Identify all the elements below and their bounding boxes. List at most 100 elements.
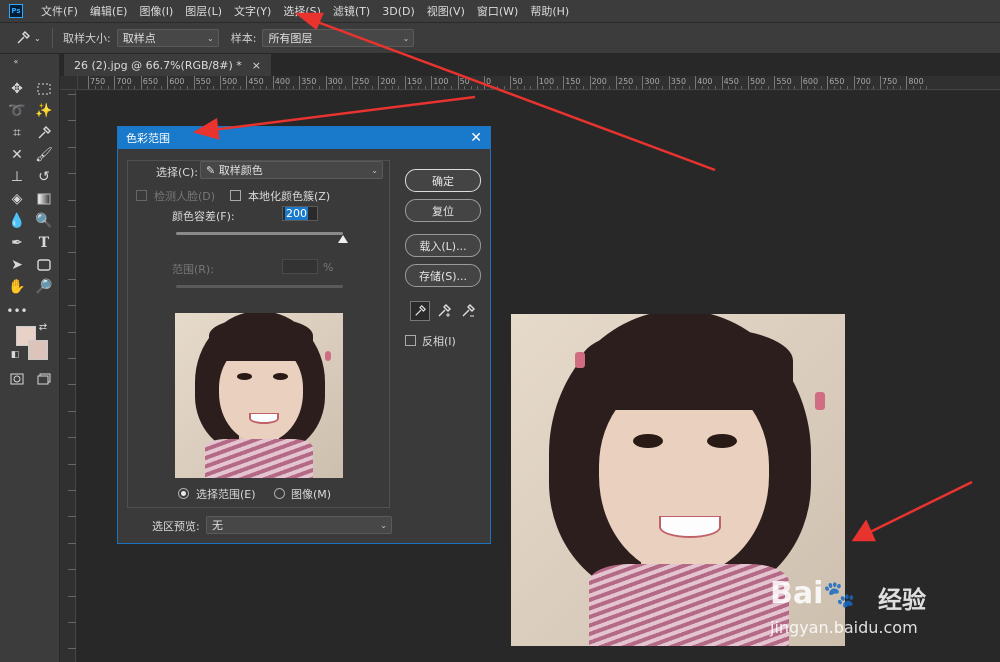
gradient-tool-icon[interactable] [32,188,56,210]
ruler-tick [246,76,248,89]
ruler-tick-label: 500 [222,77,238,86]
ruler-minor-tick [728,86,730,89]
zoom-tool-icon[interactable]: 🔎 [32,276,56,298]
preview-thumbnail[interactable] [175,313,343,478]
ruler-tick [484,76,485,89]
menu-type[interactable]: 文字(Y) [228,3,277,19]
crop-tool-icon[interactable]: ⌗ [5,122,29,144]
subtract-from-sample-eyedropper-icon[interactable] [458,301,478,321]
reset-button[interactable]: 复位 [405,199,481,222]
invert-checkbox[interactable] [405,335,416,346]
default-colors-icon[interactable]: ◧ [8,348,22,362]
ruler-tick [68,648,76,650]
dialog-title-bar[interactable]: 色彩范围 ✕ [118,127,490,149]
ruler-tick-label: 600 [169,77,185,86]
fuzziness-slider-thumb[interactable] [338,235,348,243]
ruler-minor-tick [899,86,901,89]
menu-layer[interactable]: 图层(L) [179,3,228,19]
background-color-swatch[interactable] [28,340,48,360]
ruler-tick [378,76,380,89]
ruler-tick [193,76,195,89]
detect-faces-checkbox[interactable] [136,190,147,201]
selection-radio[interactable] [178,488,189,499]
path-selection-tool-icon[interactable]: ➤ [5,254,29,276]
swap-colors-icon[interactable]: ⇄ [36,320,50,334]
document-tab-title: 26 (2).jpg @ 66.7%(RGB/8#) * [74,58,242,72]
photoshop-logo-icon: Ps [9,4,23,18]
ruler-tick [853,76,855,89]
ruler-minor-tick [609,86,611,89]
quick-mask-icon[interactable] [5,368,29,390]
blur-tool-icon[interactable]: 💧 [5,210,29,232]
eyedropper-tool-icon[interactable] [32,122,56,144]
menu-file[interactable]: 文件(F) [35,3,84,19]
more-tools-icon[interactable]: ••• [5,300,29,322]
rectangle-tool-icon[interactable] [32,254,56,276]
options-bar: ⌄ 取样大小: 取样点 ⌄ 样本: 所有图层 ⌄ [0,22,1000,54]
load-button[interactable]: 载入(L)... [405,234,481,257]
move-tool-icon[interactable]: ✥ [5,78,29,100]
pen-tool-icon[interactable]: ✒ [5,232,29,254]
menu-edit[interactable]: 编辑(E) [84,3,134,19]
ruler-minor-tick [688,86,690,89]
close-icon[interactable]: × [252,59,261,72]
menu-select[interactable]: 选择(S) [277,3,327,19]
sample-size-select[interactable]: 取样点 ⌄ [116,29,219,47]
sample-select[interactable]: 所有图层 ⌄ [262,29,415,47]
ruler-minor-tick [266,86,268,89]
ruler-tick [642,76,644,89]
ruler-minor-tick [477,86,479,89]
ruler-minor-tick [121,86,122,89]
ruler-tick [68,622,76,623]
ruler-minor-tick [206,86,208,89]
save-button[interactable]: 存储(S)... [405,264,481,287]
ruler-minor-tick [371,86,373,89]
ruler-minor-tick [398,86,400,89]
selection-preview-dropdown[interactable]: 无 ⌄ [206,516,392,534]
eyedropper-icon[interactable] [410,301,430,321]
fuzziness-slider[interactable] [176,232,343,235]
marquee-tool-icon[interactable] [32,78,56,100]
collapse-panel-icon[interactable]: « [4,56,28,66]
ruler-tick-label: 200 [380,77,396,86]
menu-3d[interactable]: 3D(D) [376,5,421,18]
type-tool-icon[interactable]: T [32,232,56,254]
add-to-sample-eyedropper-icon[interactable] [434,301,454,321]
eraser-tool-icon[interactable]: ◈ [5,188,29,210]
detect-faces-label: 检测人脸(D) [154,190,216,203]
lasso-tool-icon[interactable]: ➰ [5,100,29,122]
dodge-tool-icon[interactable]: 🔍 [32,210,56,232]
menu-view[interactable]: 视图(V) [421,3,471,19]
clone-stamp-tool-icon[interactable]: ⊥ [5,166,29,188]
watermark-baidu-text: Bai [770,576,824,611]
ruler-minor-tick [134,86,136,89]
document-tab[interactable]: 26 (2).jpg @ 66.7%(RGB/8#) * × [64,54,271,76]
select-mode-dropdown[interactable]: ✎ 取样颜色 ⌄ [200,161,383,179]
menu-help[interactable]: 帮助(H) [524,3,575,19]
ruler-minor-tick [794,86,796,89]
close-icon[interactable]: ✕ [470,130,482,146]
menu-image[interactable]: 图像(I) [133,3,179,19]
magic-wand-tool-icon[interactable]: ✨ [32,100,56,122]
menu-window[interactable]: 窗口(W) [471,3,524,19]
preview-eye [237,373,252,380]
hand-tool-icon[interactable]: ✋ [5,276,29,298]
menu-filter[interactable]: 滤镜(T) [327,3,376,19]
brush-tool-icon[interactable]: 🖌 [32,144,56,166]
screen-mode-icon[interactable] [32,368,56,390]
image-radio[interactable] [274,488,285,499]
watermark-jingyan: 经验 [878,586,926,614]
ruler-minor-tick [312,86,314,89]
ruler-tick [68,384,76,386]
ruler-tick [114,76,116,89]
healing-brush-tool-icon[interactable]: ✕ [5,144,29,166]
history-brush-tool-icon[interactable]: ↺ [32,166,56,188]
fuzziness-input[interactable]: 200 [282,206,318,221]
sample-size-value: 取样点 [122,32,156,45]
ok-button[interactable]: 确定 [405,169,481,192]
ruler-tick [352,76,353,89]
localized-color-clusters-checkbox[interactable] [230,190,241,201]
ruler-minor-tick [226,86,228,89]
tool-preset-eyedropper-icon[interactable]: ⌄ [16,28,42,48]
ruler-minor-tick [814,86,815,89]
